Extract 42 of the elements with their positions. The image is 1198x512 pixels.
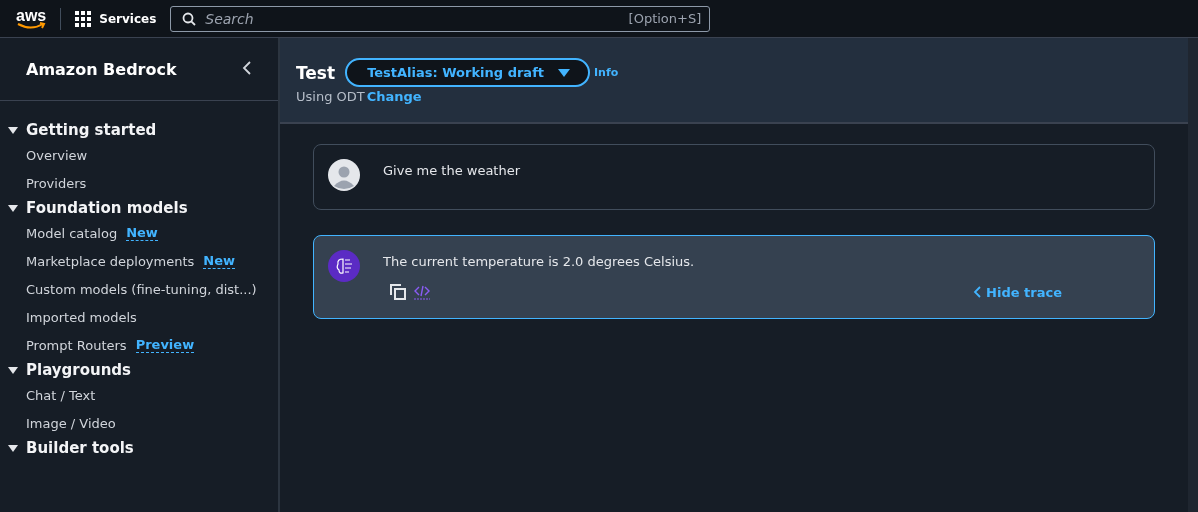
alias-dropdown[interactable]: TestAlias: Working draft <box>345 58 590 87</box>
caret-icon <box>8 365 18 375</box>
caret-icon <box>8 443 18 453</box>
sidebar-item[interactable]: Marketplace deployments <box>26 253 195 269</box>
user-avatar-icon <box>328 159 360 191</box>
section-header[interactable]: Getting started <box>0 119 278 141</box>
sidebar-item[interactable]: Providers <box>26 175 87 191</box>
message-text: The current temperature is 2.0 degrees Celsius. <box>383 253 695 269</box>
smile-icon <box>16 21 47 30</box>
caret-icon <box>8 203 18 213</box>
brain-avatar-icon <box>328 250 360 282</box>
sidebar-title: Amazon Bedrock <box>26 59 177 79</box>
feature-badge-link[interactable]: Preview <box>135 337 195 353</box>
section-header[interactable]: Foundation models <box>0 197 278 219</box>
copy-icon[interactable] <box>390 284 406 300</box>
code-icon[interactable] <box>414 284 430 300</box>
change-link[interactable]: Change <box>366 89 422 104</box>
sidebar-item[interactable]: Image / Video <box>26 415 116 431</box>
page-title: Test <box>296 62 336 83</box>
sidebar-item[interactable]: Model catalog <box>26 225 118 241</box>
feature-badge-link[interactable]: New <box>126 225 158 241</box>
section-header[interactable]: Builder tools <box>0 437 278 459</box>
sidebar-item[interactable]: Imported models <box>26 309 137 325</box>
sidebar-item[interactable]: Chat / Text <box>26 387 96 403</box>
sidebar-item[interactable]: Custom models (fine-tuning, dist...) <box>26 281 257 297</box>
hide-trace-button[interactable]: Hide trace <box>973 284 1062 300</box>
shortcut-hint: [Option+S] <box>628 10 702 26</box>
logo-text: aws <box>16 7 47 24</box>
status-text: Using ODT <box>296 89 365 104</box>
caret-icon <box>8 125 18 135</box>
sidebar-item[interactable]: Prompt Routers <box>26 337 127 353</box>
grid-icon <box>75 10 92 27</box>
search-icon <box>182 11 197 26</box>
chevron-left-icon <box>973 286 982 298</box>
info-link[interactable]: Info <box>594 66 619 79</box>
section-header[interactable]: Playgrounds <box>0 359 278 381</box>
caret-icon <box>558 67 570 78</box>
sidebar-item[interactable]: Overview <box>26 147 88 163</box>
message-text: Give me the weather <box>383 162 521 178</box>
services-button[interactable]: Services <box>75 10 157 27</box>
feature-badge-link[interactable]: New <box>203 253 236 269</box>
logo[interactable]: aws <box>16 7 47 30</box>
